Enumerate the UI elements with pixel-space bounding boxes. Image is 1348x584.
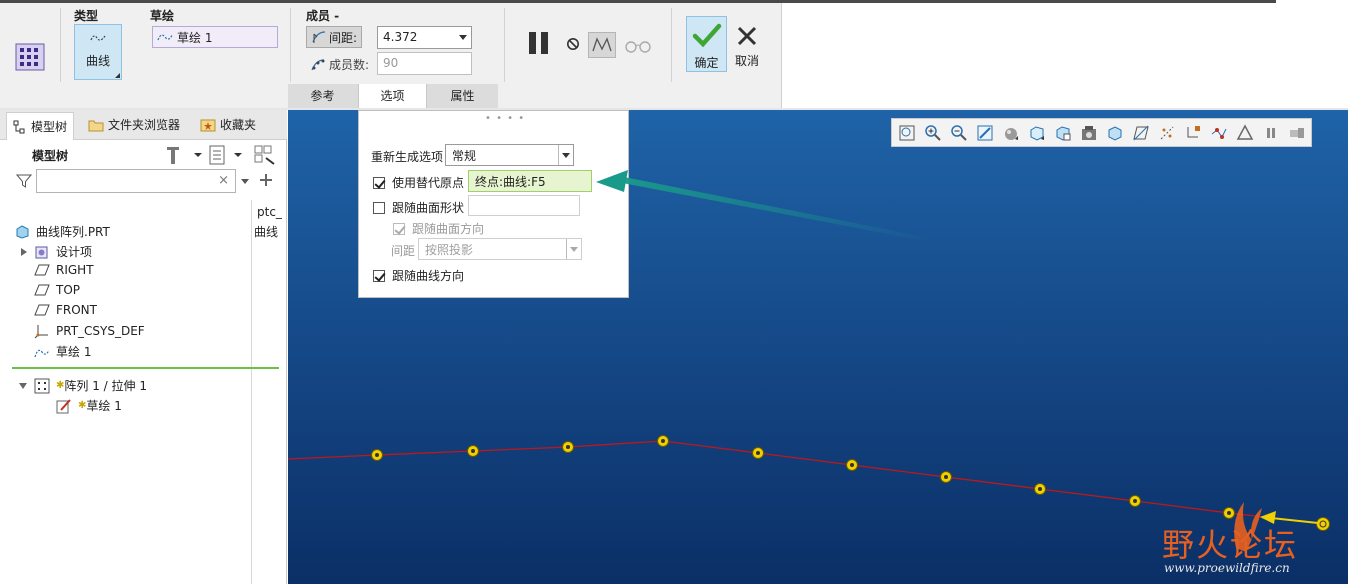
pattern-point[interactable] xyxy=(562,441,574,453)
watermark-url: www.proewildfire.cn xyxy=(1164,561,1290,575)
pattern-point[interactable] xyxy=(846,459,858,471)
pattern-point[interactable] xyxy=(1223,507,1235,519)
pattern-point[interactable] xyxy=(940,471,952,483)
pattern-point[interactable] xyxy=(1034,483,1046,495)
origin-point-marker[interactable] xyxy=(1316,517,1330,531)
pattern-point[interactable] xyxy=(1129,495,1141,507)
pattern-curve xyxy=(287,440,1326,525)
graphics-overlay xyxy=(287,170,1330,552)
callout-arrow-shaft xyxy=(612,175,930,242)
callout-arrow-icon xyxy=(596,170,628,192)
watermark-title: 野火论坛 xyxy=(1162,526,1299,564)
pattern-point[interactable] xyxy=(371,449,383,461)
pattern-point[interactable] xyxy=(467,445,479,457)
pattern-point[interactable] xyxy=(657,435,669,447)
pattern-points xyxy=(371,435,1235,519)
pattern-point[interactable] xyxy=(752,447,764,459)
